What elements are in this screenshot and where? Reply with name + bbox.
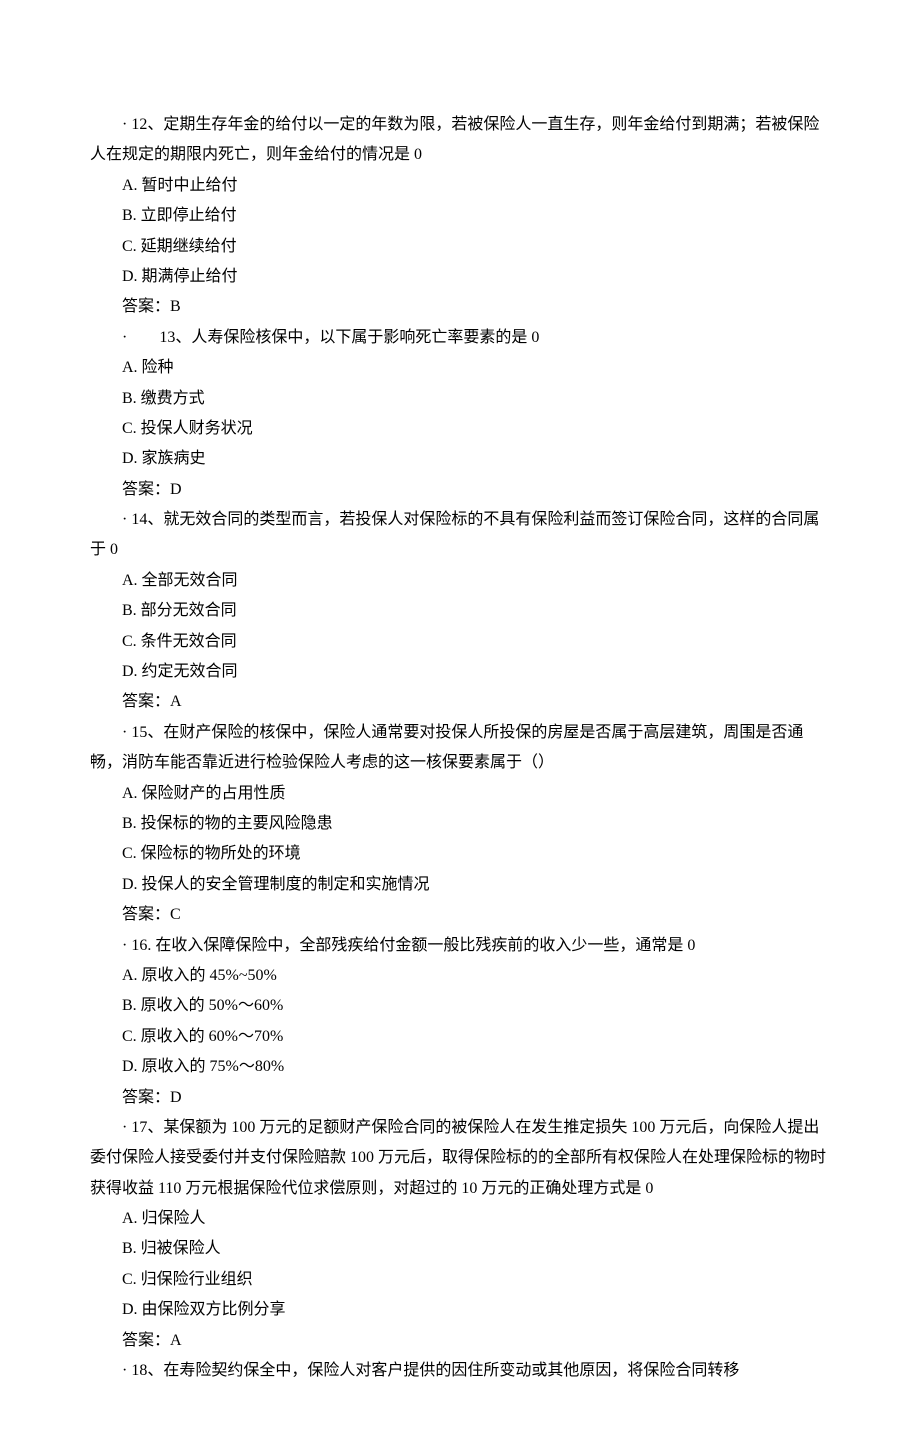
- question-option: A. 归保险人: [90, 1204, 830, 1234]
- question-answer: 答案：A: [90, 687, 830, 717]
- question-answer: 答案：B: [90, 292, 830, 322]
- question-option: A. 全部无效合同: [90, 566, 830, 596]
- question-option: C. 条件无效合同: [90, 627, 830, 657]
- question-prompt: · 13、人寿保险核保中，以下属于影响死亡率要素的是 0: [90, 323, 830, 353]
- question-option: C. 原收入的 60%～70%: [90, 1022, 830, 1052]
- question-prompt: · 15、在财产保险的核保中，保险人通常要对投保人所投保的房屋是否属于高层建筑，…: [90, 718, 830, 779]
- question-option: B. 归被保险人: [90, 1234, 830, 1264]
- question-option: D. 投保人的安全管理制度的制定和实施情况: [90, 870, 830, 900]
- question-answer: 答案：D: [90, 1083, 830, 1113]
- question-option: C. 投保人财务状况: [90, 414, 830, 444]
- question-option: B. 部分无效合同: [90, 596, 830, 626]
- document-page: · 12、定期生存年金的给付以一定的年数为限，若被保险人一直生存，则年金给付到期…: [0, 0, 920, 1446]
- question-option: A. 暂时中止给付: [90, 171, 830, 201]
- question-option: D. 家族病史: [90, 444, 830, 474]
- question-option: A. 保险财产的占用性质: [90, 779, 830, 809]
- question-option: B. 立即停止给付: [90, 201, 830, 231]
- question-option: D. 由保险双方比例分享: [90, 1295, 830, 1325]
- question-option: C. 归保险行业组织: [90, 1265, 830, 1295]
- question-answer: 答案：A: [90, 1326, 830, 1356]
- question-prompt: · 16. 在收入保障保险中，全部残疾给付金额一般比残疾前的收入少一些，通常是 …: [90, 931, 830, 961]
- question-prompt: · 12、定期生存年金的给付以一定的年数为限，若被保险人一直生存，则年金给付到期…: [90, 110, 830, 171]
- question-option: D. 约定无效合同: [90, 657, 830, 687]
- question-option: C. 延期继续给付: [90, 232, 830, 262]
- question-prompt: · 18、在寿险契约保全中，保险人对客户提供的因住所变动或其他原因，将保险合同转…: [90, 1356, 830, 1386]
- question-prompt: · 14、就无效合同的类型而言，若投保人对保险标的不具有保险利益而签订保险合同，…: [90, 505, 830, 566]
- question-answer: 答案：C: [90, 900, 830, 930]
- question-option: D. 原收入的 75%～80%: [90, 1052, 830, 1082]
- question-answer: 答案：D: [90, 475, 830, 505]
- question-option: D. 期满停止给付: [90, 262, 830, 292]
- question-prompt: · 17、某保额为 100 万元的足额财产保险合同的被保险人在发生推定损失 10…: [90, 1113, 830, 1204]
- question-option: A. 原收入的 45%~50%: [90, 961, 830, 991]
- question-option: B. 缴费方式: [90, 384, 830, 414]
- question-option: B. 投保标的物的主要风险隐患: [90, 809, 830, 839]
- question-option: C. 保险标的物所处的环境: [90, 839, 830, 869]
- question-option: A. 险种: [90, 353, 830, 383]
- question-option: B. 原收入的 50%～60%: [90, 991, 830, 1021]
